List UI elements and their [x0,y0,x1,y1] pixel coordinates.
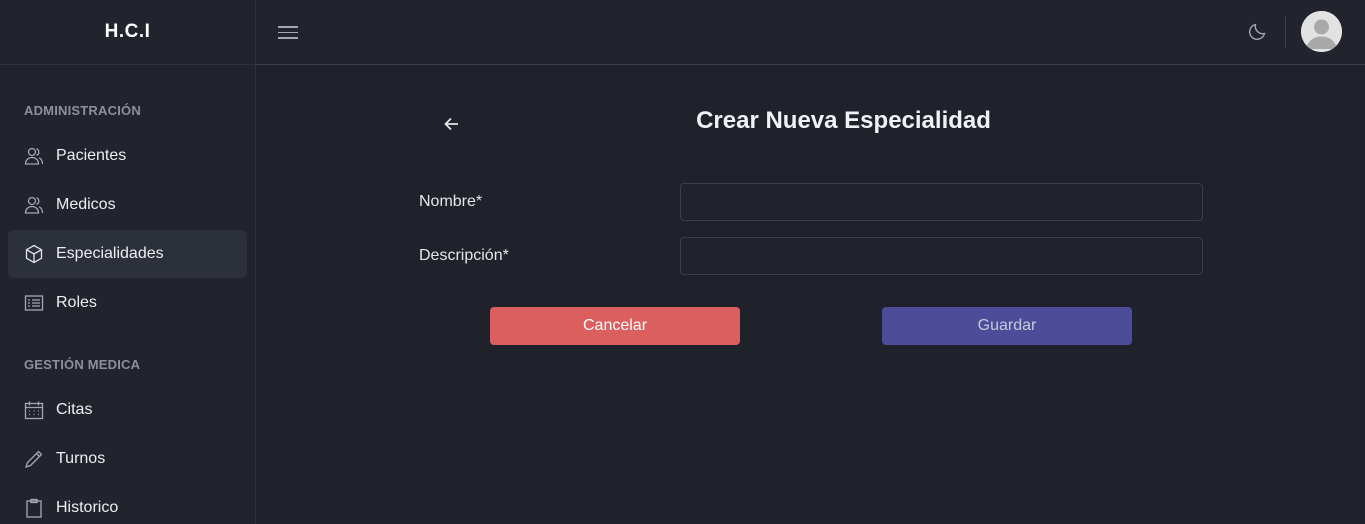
cube-icon [24,244,44,264]
nombre-label: Nombre* [419,193,483,210]
sidebar-item-label: Historico [56,499,119,516]
users-icon [24,195,44,215]
sidebar: H.C.I ADMINISTRACIÓN Pacientes Medicos E… [0,0,256,524]
sidebar-item-medicos[interactable]: Medicos [8,181,247,229]
sidebar-item-historico[interactable]: Historico [8,484,247,524]
user-avatar-icon[interactable] [1301,11,1342,52]
hamburger-icon[interactable] [278,22,298,42]
descripcion-label: Descripción* [419,247,509,264]
sidebar-item-citas[interactable]: Citas [8,386,247,434]
moon-icon[interactable] [1247,20,1269,42]
topbar [256,0,1365,65]
sidebar-item-label: Medicos [56,196,116,213]
save-button[interactable]: Guardar [882,307,1132,345]
page-title: Crear Nueva Especialidad [696,107,991,134]
brand-logo[interactable]: H.C.I [0,0,255,65]
sidebar-item-pacientes[interactable]: Pacientes [8,132,247,180]
pencil-icon [24,449,44,469]
nombre-field[interactable] [680,183,1203,221]
sidebar-item-label: Turnos [56,450,106,467]
app-root: H.C.I ADMINISTRACIÓN Pacientes Medicos E… [0,0,1365,524]
sidebar-item-label: Citas [56,401,93,418]
cancel-button[interactable]: Cancelar [490,307,740,345]
section-title-gestion-medica: GESTIÓN MEDICA [24,357,141,372]
calendar-icon [24,400,44,420]
main-content: Crear Nueva Especialidad Nombre* Descrip… [256,66,1365,524]
sidebar-item-roles[interactable]: Roles [8,279,247,327]
list-icon [24,293,44,313]
descripcion-field[interactable] [680,237,1203,275]
sidebar-item-label: Roles [56,294,97,311]
sidebar-item-label: Pacientes [56,147,127,164]
users-icon [24,146,44,166]
sidebar-item-turnos[interactable]: Turnos [8,435,247,483]
topbar-divider [1285,16,1286,48]
sidebar-item-label: Especialidades [56,245,164,262]
clipboard-icon [24,498,44,518]
section-title-administracion: ADMINISTRACIÓN [24,103,141,118]
sidebar-item-especialidades[interactable]: Especialidades [8,230,247,278]
